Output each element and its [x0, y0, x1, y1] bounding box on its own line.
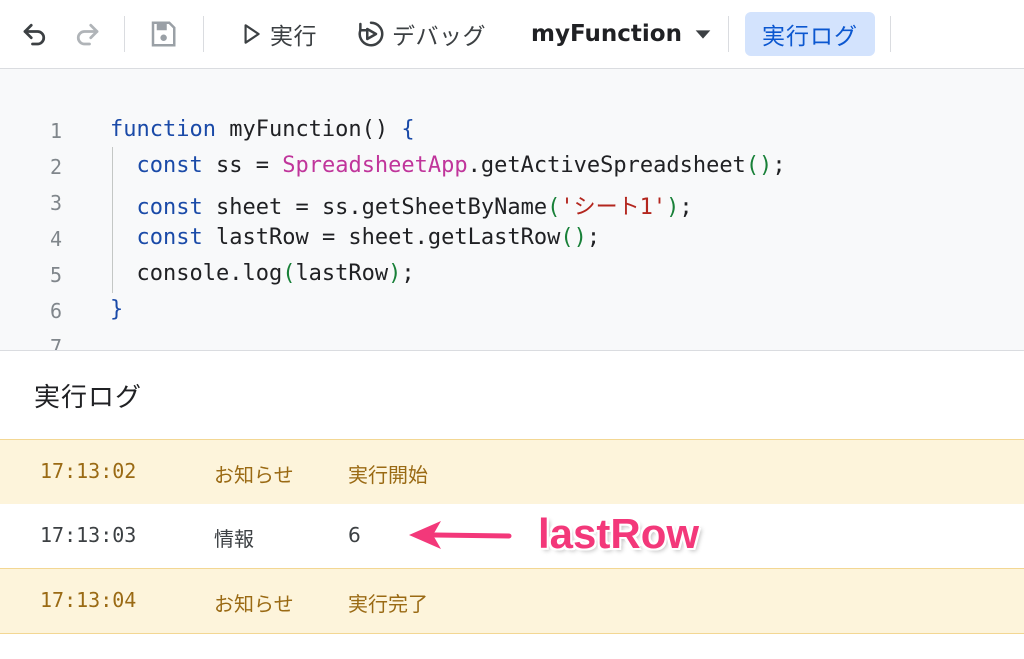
log-time: 17:13:03 — [40, 523, 137, 547]
log-time: 17:13:04 — [40, 588, 137, 612]
save-button[interactable] — [148, 12, 178, 56]
dropdown-arrow-icon — [695, 30, 711, 39]
toolbar-divider — [890, 16, 891, 52]
toolbar-divider — [728, 16, 729, 52]
code-line: 3 const sheet = ss.getSheetByName('シート1'… — [0, 187, 1024, 223]
log-level: お知らせ — [214, 592, 294, 616]
code-text: console.log(lastRow); — [110, 261, 415, 286]
log-message: 6 — [348, 523, 361, 547]
log-row: 17:13:04 お知らせ 実行完了 — [0, 568, 1024, 634]
code-text: const sheet = ss.getSheetByName('シート1'); — [136, 195, 693, 220]
play-icon — [244, 24, 260, 44]
undo-icon — [23, 23, 46, 46]
line-number: 5 — [49, 263, 62, 287]
code-text: const ss = SpreadsheetApp.getActiveSprea… — [136, 153, 786, 178]
log-message: 実行完了 — [348, 592, 428, 616]
redo-icon — [76, 23, 99, 46]
code-editor[interactable]: 1 function myFunction() { 2 const ss = S… — [0, 69, 1024, 350]
log-time: 17:13:02 — [40, 459, 137, 483]
log-message: 実行開始 — [348, 463, 428, 487]
debug-button[interactable]: デバッグ — [356, 12, 486, 56]
execution-log-panel: 実行ログ 17:13:02 お知らせ 実行開始 17:13:03 情報 6 17… — [0, 350, 1024, 659]
log-level: 情報 — [214, 527, 254, 551]
toolbar-divider — [203, 16, 204, 52]
function-selector[interactable]: myFunction — [531, 12, 714, 56]
run-button[interactable]: 実行 — [238, 12, 317, 56]
save-icon — [151, 21, 176, 47]
code-text: function myFunction() { — [110, 117, 415, 142]
undo-button[interactable] — [20, 12, 50, 56]
editor-toolbar: 実行 デバッグ myFunction 実行ログ — [0, 0, 1024, 69]
redo-button[interactable] — [72, 12, 102, 56]
code-line: 4 const lastRow = sheet.getLastRow(); — [0, 223, 1024, 259]
code-line: 1 function myFunction() { — [0, 115, 1024, 151]
function-selector-value: myFunction — [531, 21, 682, 47]
debug-label: デバッグ — [392, 24, 486, 50]
line-number: 6 — [49, 299, 62, 323]
toolbar-divider — [124, 16, 125, 52]
annotation-label: lastRow — [538, 510, 700, 557]
line-number: 1 — [49, 119, 62, 143]
line-number: 3 — [49, 191, 62, 215]
code-text: } — [110, 297, 124, 322]
code-line: 6 } — [0, 295, 1024, 331]
code-line: 2 const ss = SpreadsheetApp.getActiveSpr… — [0, 151, 1024, 187]
code-line: 7 — [0, 331, 1024, 350]
line-number: 2 — [49, 155, 62, 179]
line-number: 7 — [49, 335, 62, 350]
code-text: const lastRow = sheet.getLastRow(); — [136, 225, 601, 250]
debug-icon — [358, 21, 384, 47]
annotation-arrow-icon — [409, 521, 512, 549]
execution-log-toggle-label: 実行ログ — [762, 24, 858, 50]
log-level: お知らせ — [214, 463, 294, 487]
code-line: 5 console.log(lastRow); — [0, 259, 1024, 295]
execution-log-toggle[interactable]: 実行ログ — [745, 12, 875, 56]
indent-guide — [112, 147, 113, 293]
line-number: 4 — [49, 227, 62, 251]
run-label: 実行 — [270, 24, 317, 50]
log-row: 17:13:02 お知らせ 実行開始 — [0, 439, 1024, 505]
execution-log-title: 実行ログ — [34, 383, 143, 413]
